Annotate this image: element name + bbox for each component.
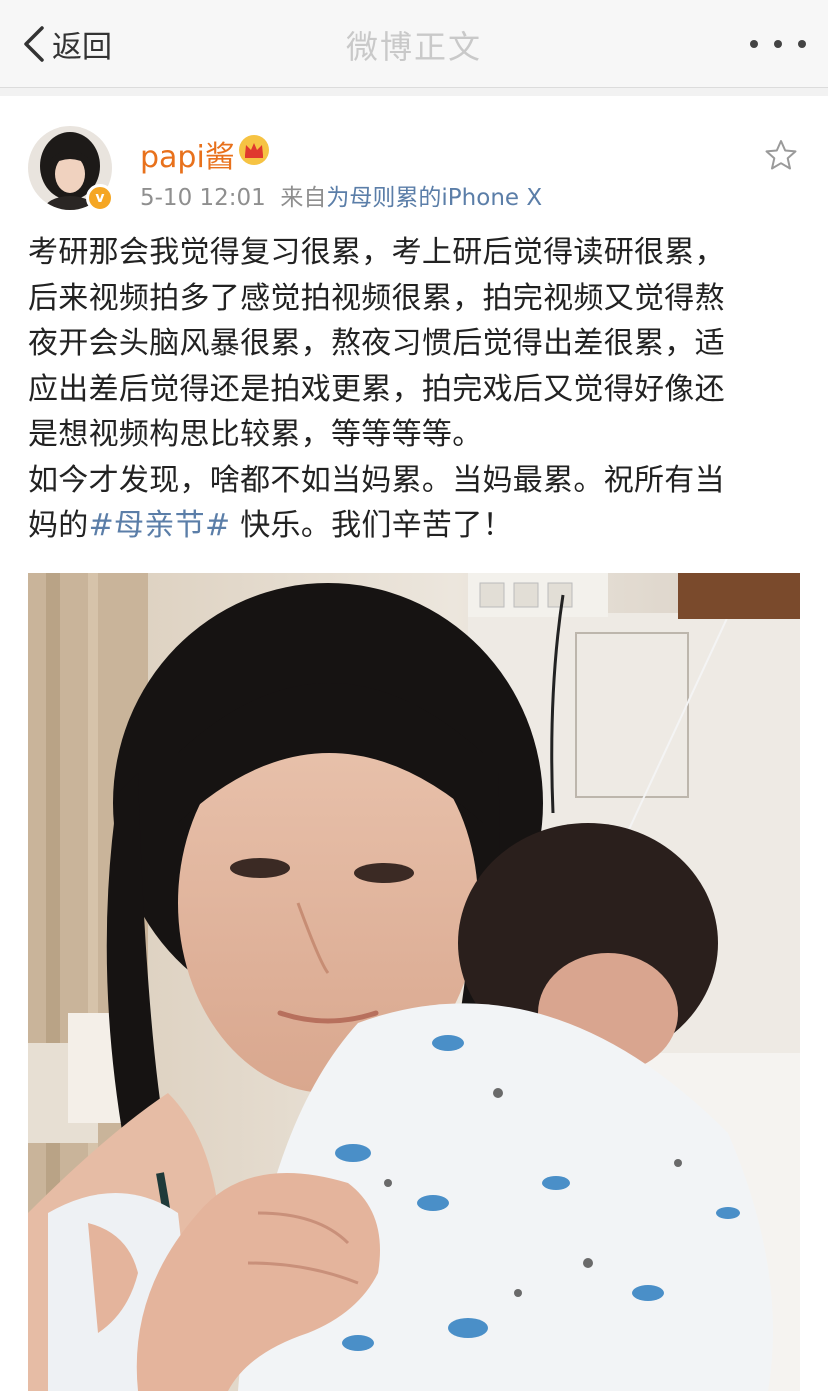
more-dots-icon (798, 40, 806, 48)
text-line: 应出差后觉得还是拍戏更累，拍完戏后又觉得好像还 (28, 371, 725, 407)
verified-badge-icon: v (86, 184, 114, 212)
text-line: 夜开会头脑风暴很累，熬夜习惯后觉得出差很累，适 (28, 326, 725, 361)
post-meta: 5-10 12:01 来自为母则累的iPhone X (140, 178, 542, 212)
text-segment: 快乐。我们辛苦了！ (230, 508, 513, 543)
more-dots-icon (750, 40, 758, 48)
more-button[interactable] (750, 32, 806, 56)
source-prefix: 来自 (280, 185, 327, 211)
hashtag-link[interactable]: #母亲节# (89, 508, 231, 543)
post-time: 5-10 12:01 (140, 185, 266, 211)
text-line: 是想视频构思比较累，等等等等。 (28, 417, 483, 452)
post-text: 考研那会我觉得复习很累，考上研后觉得读研很累， 后来视频拍多了感觉拍视频很累，拍… (28, 230, 804, 549)
text-segment: 妈的 (28, 508, 89, 543)
page-title: 微博正文 (345, 28, 482, 66)
text-line: 后来视频拍多了感觉拍视频很累，拍完视频又觉得熬 (28, 280, 725, 316)
nav-bar: 返回 微博正文 (0, 0, 828, 88)
post-photo[interactable] (28, 573, 800, 1391)
post-card: v papi酱 5-10 12:01 来自为母则累的iPhone X 考研那会我… (0, 96, 828, 1391)
text-line: 妈的#母亲节# 快乐。我们辛苦了！ (28, 503, 804, 549)
text-line: 如今才发现，啥都不如当妈累。当妈最累。祝所有当 (28, 462, 725, 498)
source-device[interactable]: 为母则累的iPhone X (326, 185, 542, 211)
crown-member-icon[interactable] (238, 134, 270, 166)
star-outline-icon[interactable] (764, 138, 798, 172)
username[interactable]: papi酱 (140, 132, 235, 176)
more-dots-icon (774, 40, 782, 48)
text-line: 考研那会我觉得复习很累，考上研后觉得读研很累， (28, 235, 725, 270)
